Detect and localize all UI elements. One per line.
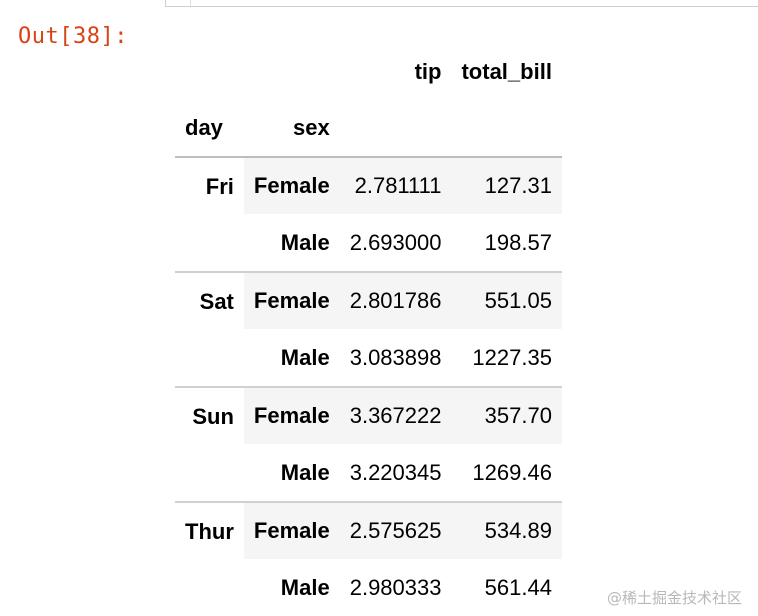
day-index-cell: Sat [175,271,244,388]
tip-cell: 3.367222 [339,386,452,445]
tip-cell: 2.781111 [339,157,452,215]
table-row: Thur Female 2.575625 534.89 [175,501,562,616]
index-header-spacer [175,44,244,100]
sex-index-cell: Female [243,501,340,560]
table-row: Sat Female 2.801786 551.05 [175,271,562,388]
column-header-tip: tip [414,59,442,84]
index-name-sex: sex [243,100,340,158]
cell-divider [190,0,191,6]
tip-cell: 2.980333 [339,559,452,616]
total-bill-cell: 534.89 [451,501,562,560]
sex-index-cell: Female [243,157,340,215]
tip-cell: 3.083898 [339,329,452,388]
index-name-day: day [175,100,244,158]
index-name-spacer [339,100,452,158]
table-row: Fri Female 2.781111 127.31 [175,157,562,273]
sex-index-cell: Male [243,329,340,388]
total-bill-cell: 1227.35 [451,329,562,388]
previous-cell-edge [165,0,758,7]
dataframe-table: tip total_bill day sex Fri Female 2.7811… [175,44,562,616]
total-bill-cell: 551.05 [451,271,562,330]
column-header-total-bill: total_bill [461,59,552,84]
output-prompt: Out[38]: [18,24,128,49]
tip-cell: 2.575625 [339,501,452,560]
sex-index-cell: Female [243,386,340,445]
column-header-row: tip total_bill [175,44,562,100]
table-row: Sun Female 3.367222 357.70 [175,386,562,503]
total-bill-cell: 357.70 [451,386,562,445]
index-name-spacer [451,100,562,158]
index-header-spacer [244,44,340,100]
tip-cell: 2.693000 [339,214,452,273]
sex-index-cell: Male [243,559,340,616]
day-index-cell: Thur [175,501,244,616]
total-bill-cell: 198.57 [451,214,562,273]
watermark: @稀土掘金技术社区 [606,589,742,607]
index-name-row: day sex [175,100,562,158]
day-index-cell: Fri [175,157,244,273]
sex-index-cell: Male [243,214,340,273]
sex-index-cell: Male [243,444,340,503]
tip-cell: 2.801786 [339,271,452,330]
total-bill-cell: 561.44 [451,559,562,616]
total-bill-cell: 1269.46 [451,444,562,503]
sex-index-cell: Female [243,271,340,330]
day-index-cell: Sun [175,386,244,503]
tip-cell: 3.220345 [339,444,452,503]
total-bill-cell: 127.31 [451,157,562,215]
